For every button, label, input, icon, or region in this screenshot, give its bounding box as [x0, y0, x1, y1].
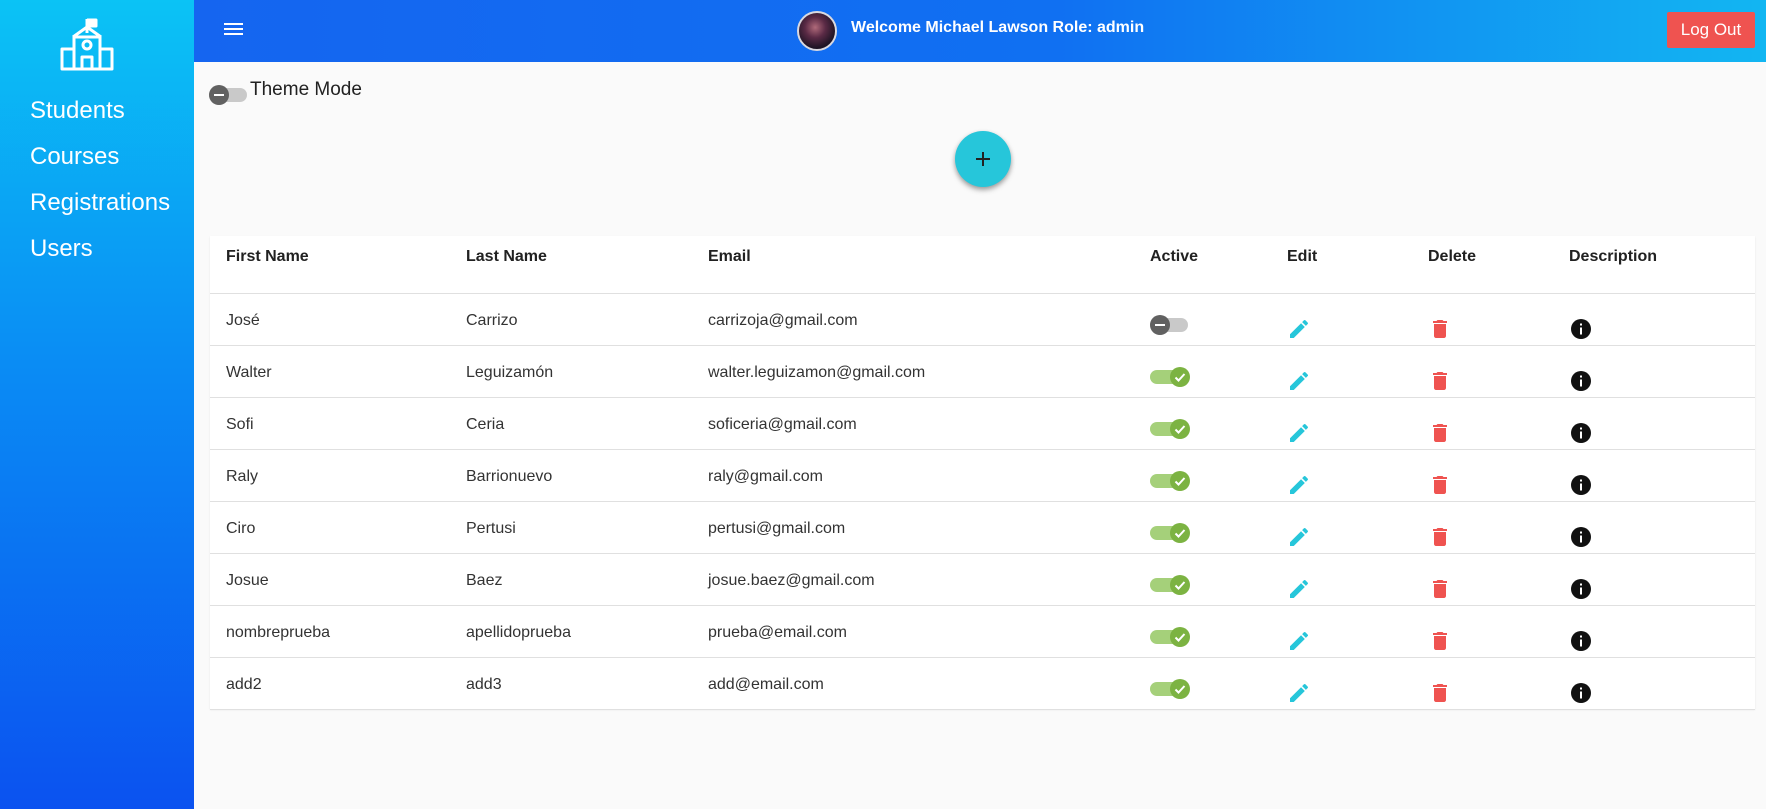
sidebar-item-registrations[interactable]: Registrations — [30, 186, 170, 232]
first-name-cell: Raly — [226, 468, 259, 485]
table-row: Sofi Ceria soficeria@gmail.com — [210, 398, 1755, 450]
last-name-cell: Leguizamón — [466, 364, 554, 381]
check-icon — [1170, 471, 1190, 491]
column-header-delete: Delete — [1428, 248, 1477, 265]
edit-icon[interactable] — [1287, 681, 1311, 705]
toggle-off-icon — [209, 85, 229, 105]
info-icon[interactable] — [1569, 317, 1593, 341]
theme-mode-label: Theme Mode — [250, 79, 362, 100]
toggle-off-icon — [1150, 315, 1170, 335]
delete-icon[interactable] — [1428, 421, 1452, 445]
active-toggle[interactable] — [1150, 367, 1190, 387]
last-name-cell: apellidoprueba — [466, 624, 571, 641]
school-icon[interactable] — [59, 17, 115, 71]
delete-icon[interactable] — [1428, 681, 1452, 705]
check-icon — [1170, 419, 1190, 439]
delete-icon[interactable] — [1428, 629, 1452, 653]
edit-icon[interactable] — [1287, 317, 1311, 341]
info-icon[interactable] — [1569, 681, 1593, 705]
email-cell: walter.leguizamon@gmail.com — [708, 364, 926, 381]
first-name-cell: add2 — [226, 676, 262, 693]
first-name-cell: Josue — [226, 572, 269, 589]
hamburger-menu-icon[interactable] — [224, 20, 250, 44]
active-toggle[interactable] — [1150, 471, 1190, 491]
info-icon[interactable] — [1569, 525, 1593, 549]
users-table: First Name Last Name Email Active Edit D… — [210, 236, 1755, 710]
column-header-edit: Edit — [1287, 248, 1318, 265]
column-header-first-name[interactable]: First Name — [226, 248, 309, 266]
email-cell: pertusi@gmail.com — [708, 520, 846, 537]
table-row: Raly Barrionuevo raly@gmail.com — [210, 450, 1755, 502]
check-icon — [1170, 575, 1190, 595]
edit-icon[interactable] — [1287, 525, 1311, 549]
table-row: José Carrizo carrizoja@gmail.com — [210, 294, 1755, 346]
edit-icon[interactable] — [1287, 473, 1311, 497]
email-cell: prueba@email.com — [708, 624, 847, 641]
edit-icon[interactable] — [1287, 577, 1311, 601]
first-name-cell: nombreprueba — [226, 624, 331, 641]
email-cell: josue.baez@gmail.com — [708, 572, 875, 589]
sidebar: Students Courses Registrations Users — [0, 0, 194, 809]
check-icon — [1170, 679, 1190, 699]
info-icon[interactable] — [1569, 473, 1593, 497]
last-name-cell: Baez — [466, 572, 503, 589]
active-toggle[interactable] — [1150, 575, 1190, 595]
edit-icon[interactable] — [1287, 421, 1311, 445]
delete-icon[interactable] — [1428, 369, 1452, 393]
info-icon[interactable] — [1569, 577, 1593, 601]
theme-mode-toggle[interactable] — [209, 85, 247, 105]
active-toggle[interactable] — [1150, 523, 1190, 543]
email-cell: raly@gmail.com — [708, 468, 823, 485]
first-name-cell: Ciro — [226, 520, 256, 537]
sidebar-item-users[interactable]: Users — [30, 232, 170, 278]
table-row: nombreprueba apellidoprueba prueba@email.c… — [210, 606, 1755, 658]
column-header-active[interactable]: Active — [1150, 248, 1198, 266]
last-name-cell: Carrizo — [466, 312, 518, 329]
check-icon — [1170, 367, 1190, 387]
sidebar-item-students[interactable]: Students — [30, 94, 170, 140]
table-row: Ciro Pertusi pertusi@gmail.com — [210, 502, 1755, 554]
last-name-cell: Ceria — [466, 416, 505, 433]
plus-icon — [976, 152, 990, 166]
last-name-cell: Barrionuevo — [466, 468, 553, 485]
email-cell: soficeria@gmail.com — [708, 416, 857, 433]
delete-icon[interactable] — [1428, 317, 1452, 341]
table-row: Walter Leguizamón walter.leguizamon@gmail.… — [210, 346, 1755, 398]
avatar[interactable] — [797, 11, 837, 51]
active-toggle[interactable] — [1150, 419, 1190, 439]
first-name-cell: Walter — [226, 364, 272, 381]
info-icon[interactable] — [1569, 629, 1593, 653]
active-toggle[interactable] — [1150, 315, 1188, 335]
info-icon[interactable] — [1569, 421, 1593, 445]
active-toggle[interactable] — [1150, 679, 1190, 699]
add-user-button[interactable] — [955, 131, 1011, 187]
sidebar-nav: Students Courses Registrations Users — [30, 94, 170, 278]
column-header-description: Description — [1569, 248, 1658, 265]
column-header-last-name[interactable]: Last Name — [466, 248, 547, 266]
first-name-cell: José — [226, 312, 260, 329]
column-header-email[interactable]: Email — [708, 248, 751, 266]
logout-button[interactable]: Log Out — [1667, 12, 1755, 48]
edit-icon[interactable] — [1287, 629, 1311, 653]
active-toggle[interactable] — [1150, 627, 1190, 647]
check-icon — [1170, 523, 1190, 543]
email-cell: add@email.com — [708, 676, 824, 693]
last-name-cell: add3 — [466, 676, 502, 693]
email-cell: carrizoja@gmail.com — [708, 312, 858, 329]
info-icon[interactable] — [1569, 369, 1593, 393]
edit-icon[interactable] — [1287, 369, 1311, 393]
top-bar: Welcome Michael Lawson Role: admin Log O… — [194, 0, 1766, 62]
table-row: add2 add3 add@email.com — [210, 658, 1755, 710]
welcome-text: Welcome Michael Lawson Role: admin — [851, 19, 1145, 36]
delete-icon[interactable] — [1428, 525, 1452, 549]
sidebar-item-courses[interactable]: Courses — [30, 140, 170, 186]
delete-icon[interactable] — [1428, 473, 1452, 497]
delete-icon[interactable] — [1428, 577, 1452, 601]
last-name-cell: Pertusi — [466, 520, 516, 537]
first-name-cell: Sofi — [226, 416, 254, 433]
table-header: First Name Last Name Email Active Edit D… — [210, 236, 1755, 294]
table-row: Josue Baez josue.baez@gmail.com — [210, 554, 1755, 606]
check-icon — [1170, 627, 1190, 647]
